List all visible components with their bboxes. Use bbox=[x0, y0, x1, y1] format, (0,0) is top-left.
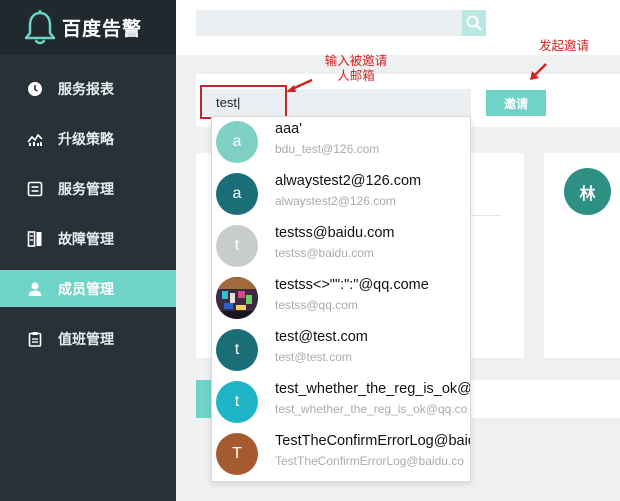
annotation-button: 发起邀请 bbox=[538, 38, 589, 53]
suggestion-item[interactable]: testss<>"":":"@qq.come testss@qq.com bbox=[212, 273, 470, 325]
avatar[interactable]: 林 bbox=[564, 168, 611, 215]
sidebar-item-duty-management[interactable]: 值班管理 bbox=[0, 320, 176, 357]
suggestion-name: alwaystest2@126.com bbox=[275, 173, 422, 189]
sidebar: 百度告警 服务报表 升级策略 服务管理 故障管理 成员管理 值班管理 bbox=[0, 0, 176, 501]
suggestion-item[interactable]: a alwaystest2@126.com alwaystest2@126.co… bbox=[212, 169, 470, 221]
suggestion-name: test@test.com bbox=[275, 329, 368, 345]
sidebar-item-label: 服务管理 bbox=[58, 180, 114, 197]
sidebar-item-label: 服务报表 bbox=[58, 80, 114, 97]
suggestion-item[interactable]: t test@test.com test@test.com bbox=[212, 325, 470, 377]
sidebar-item-label: 值班管理 bbox=[58, 330, 114, 347]
sidebar-item-fault-management[interactable]: 故障管理 bbox=[0, 220, 176, 257]
suggestion-item[interactable]: t test_whether_the_reg_is_ok@ test_wheth… bbox=[212, 377, 471, 429]
list-box-icon bbox=[27, 181, 43, 197]
suggestion-item[interactable]: a aaa' bdu_test@126.com bbox=[212, 117, 470, 169]
sidebar-nav: 服务报表 升级策略 服务管理 故障管理 成员管理 值班管理 bbox=[0, 70, 176, 357]
sidebar-item-escalation-policy[interactable]: 升级策略 bbox=[0, 120, 176, 157]
sidebar-item-label: 成员管理 bbox=[58, 280, 114, 297]
suggestion-name: aaa' bbox=[275, 121, 302, 137]
search-button[interactable] bbox=[462, 10, 486, 36]
brand-name: 百度告警 bbox=[62, 18, 143, 40]
search-icon bbox=[466, 15, 482, 31]
suggestion-name: testss<>"":":"@qq.come bbox=[275, 277, 429, 293]
list-bar-tag bbox=[196, 380, 212, 418]
annotation-arrow-icon bbox=[286, 78, 313, 92]
sidebar-item-service-management[interactable]: 服务管理 bbox=[0, 170, 176, 207]
user-icon bbox=[27, 281, 43, 297]
annotation-arrow-icon bbox=[530, 63, 547, 80]
avatar: a bbox=[216, 121, 258, 163]
suggestion-email: testss@baidu.com bbox=[275, 246, 374, 260]
annotation-input-line1: 输入被邀请 bbox=[324, 53, 388, 68]
suggestion-item[interactable]: t testss@baidu.com testss@baidu.com bbox=[212, 221, 470, 273]
suggestion-item[interactable]: T TestTheConfirmErrorLog@baid TestTheCon… bbox=[212, 429, 471, 481]
suggestion-name: TestTheConfirmErrorLog@baid bbox=[275, 433, 471, 449]
sidebar-item-service-report[interactable]: 服务报表 bbox=[0, 70, 176, 107]
avatar: t bbox=[216, 329, 258, 371]
avatar: t bbox=[216, 225, 258, 267]
chart-line-icon bbox=[27, 131, 43, 147]
sidebar-item-label: 故障管理 bbox=[58, 230, 114, 247]
suggestion-email: test_whether_the_reg_is_ok@qq.co bbox=[275, 402, 468, 416]
avatar: T bbox=[216, 433, 258, 475]
bell-logo-icon bbox=[24, 9, 56, 44]
suggestion-email: testss@qq.com bbox=[275, 298, 358, 312]
server-icon bbox=[27, 230, 43, 247]
clock-icon bbox=[27, 81, 43, 97]
annotation-input: 输入被邀请 人邮箱 bbox=[318, 53, 394, 83]
clipboard-icon bbox=[27, 331, 43, 347]
search-input[interactable] bbox=[196, 10, 462, 36]
avatar-photo-icon bbox=[216, 277, 258, 319]
suggestion-name: testss@baidu.com bbox=[275, 225, 395, 241]
suggestion-email: test@test.com bbox=[275, 350, 352, 364]
avatar: a bbox=[216, 173, 258, 215]
sidebar-item-member-management[interactable]: 成员管理 bbox=[0, 270, 176, 307]
avatar: t bbox=[216, 381, 258, 423]
email-suggestion-dropdown: a aaa' bdu_test@126.com a alwaystest2@12… bbox=[211, 116, 471, 482]
suggestion-name: test_whether_the_reg_is_ok@ bbox=[275, 381, 471, 397]
avatar-image bbox=[216, 277, 258, 319]
suggestion-email: alwaystest2@126.com bbox=[275, 194, 396, 208]
annotation-input-line2: 人邮箱 bbox=[337, 68, 375, 83]
sidebar-item-label: 升级策略 bbox=[58, 130, 114, 147]
suggestion-email: bdu_test@126.com bbox=[275, 142, 380, 156]
invite-button[interactable]: 邀请 bbox=[486, 90, 546, 116]
annotation-highlight-box bbox=[200, 85, 287, 119]
brand[interactable]: 百度告警 bbox=[0, 0, 176, 55]
suggestion-email: TestTheConfirmErrorLog@baidu.co bbox=[275, 454, 464, 468]
